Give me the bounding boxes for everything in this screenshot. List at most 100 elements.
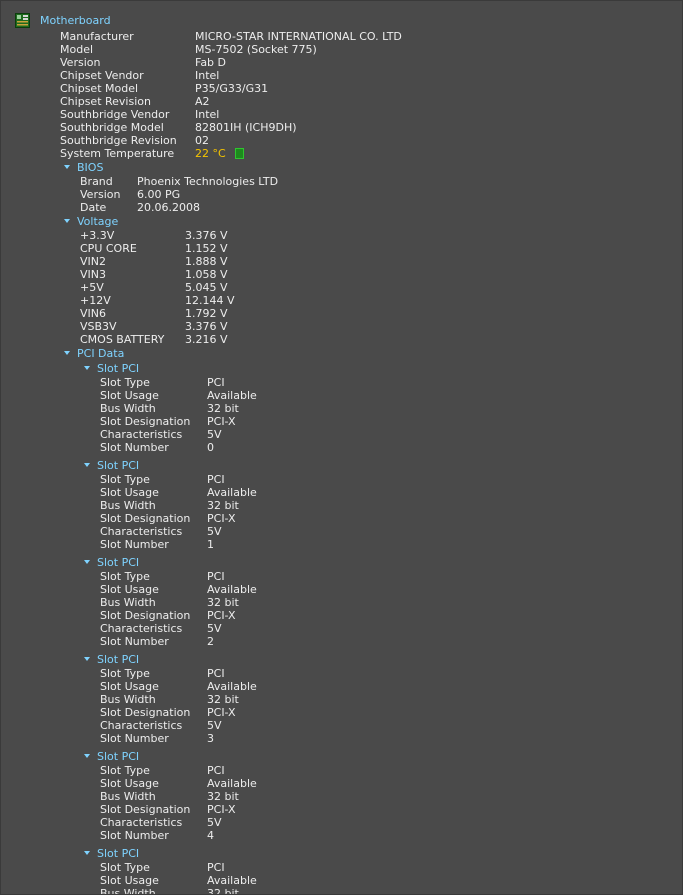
slot-field-key: Slot Type (100, 667, 150, 680)
pci-data-section-header-label: PCI Data (77, 347, 125, 360)
slot-pci-header-label: Slot PCI (97, 847, 140, 860)
voltage-field-key: +3.3V (80, 229, 115, 242)
expand-arrow-icon[interactable] (64, 219, 70, 223)
slot-pci-header[interactable]: Slot PCI (84, 362, 139, 375)
slot-field-key: Slot Type (100, 570, 150, 583)
slot-pci-header[interactable]: Slot PCI (84, 556, 139, 569)
slot-field-key: Characteristics (100, 622, 183, 635)
motherboard-field-key: Chipset Model (60, 82, 139, 95)
slot-field-key: Slot Usage (100, 583, 159, 596)
voltage-field-value: 1.152 V (185, 242, 228, 255)
expand-arrow-icon[interactable] (64, 165, 70, 169)
voltage-field-value: 1.888 V (185, 255, 228, 268)
voltage-field-key: VIN2 (80, 255, 106, 268)
slot-field-value: 32 bit (207, 499, 239, 512)
slot-field-value: 5V (207, 622, 222, 635)
slot-field-value: PCI (207, 473, 225, 486)
expand-arrow-icon[interactable] (84, 366, 90, 370)
slot-pci-header[interactable]: Slot PCI (84, 847, 139, 860)
expand-arrow-icon[interactable] (64, 351, 70, 355)
expand-arrow-icon[interactable] (84, 560, 90, 564)
slot-pci-header[interactable]: Slot PCI (84, 459, 139, 472)
expand-arrow-icon[interactable] (84, 754, 90, 758)
voltage-section-header-label: Voltage (77, 215, 119, 228)
slot-field-key: Slot Usage (100, 486, 159, 499)
system-temperature-value: 22 °C (195, 147, 244, 160)
motherboard-field-value: Fab D (195, 56, 227, 69)
motherboard-field-value: Intel (195, 69, 220, 82)
pci-data-section-header[interactable]: PCI Data (64, 347, 124, 360)
expand-arrow-icon[interactable] (84, 851, 90, 855)
motherboard-field-key: Southbridge Vendor (60, 108, 170, 121)
slot-field-value: 2 (207, 635, 214, 648)
slot-field-key: Slot Usage (100, 777, 159, 790)
slot-field-key: Slot Number (100, 441, 169, 454)
slot-field-key: Slot Type (100, 473, 150, 486)
motherboard-field-key: Manufacturer (60, 30, 134, 43)
slot-pci-header-label: Slot PCI (97, 750, 140, 763)
slot-field-value: PCI (207, 570, 225, 583)
voltage-field-value: 1.058 V (185, 268, 228, 281)
slot-field-value: PCI (207, 667, 225, 680)
voltage-field-value: 3.376 V (185, 320, 228, 333)
slot-field-key: Slot Number (100, 829, 169, 842)
voltage-field-value: 1.792 V (185, 307, 228, 320)
slot-field-key: Bus Width (100, 499, 156, 512)
expand-arrow-icon[interactable] (84, 463, 90, 467)
slot-field-key: Slot Type (100, 764, 150, 777)
motherboard-field-value: A2 (195, 95, 210, 108)
slot-field-key: Characteristics (100, 719, 183, 732)
slot-field-key: Slot Usage (100, 874, 159, 887)
motherboard-field-key: Chipset Revision (60, 95, 151, 108)
motherboard-field-key: Southbridge Model (60, 121, 164, 134)
slot-field-value: Available (207, 389, 257, 402)
voltage-field-key: CMOS BATTERY (80, 333, 165, 346)
temperature-text: 22 °C (195, 147, 226, 160)
voltage-section-header[interactable]: Voltage (64, 215, 118, 228)
slot-field-value: Available (207, 486, 257, 499)
slot-field-key: Slot Usage (100, 680, 159, 693)
motherboard-icon (15, 13, 30, 28)
system-temperature-key: System Temperature (60, 147, 175, 160)
slot-field-key: Characteristics (100, 428, 183, 441)
slot-field-value: 3 (207, 732, 214, 745)
slot-pci-header[interactable]: Slot PCI (84, 653, 139, 666)
motherboard-field-key: Model (60, 43, 94, 56)
slot-field-key: Slot Type (100, 376, 150, 389)
motherboard-field-value: MICRO-STAR INTERNATIONAL CO. LTD (195, 30, 402, 43)
slot-field-key: Characteristics (100, 525, 183, 538)
bios-field-key: Brand (80, 175, 113, 188)
slot-field-value: 1 (207, 538, 214, 551)
slot-field-key: Slot Designation (100, 415, 191, 428)
slot-field-value: Available (207, 680, 257, 693)
slot-field-key: Slot Usage (100, 389, 159, 402)
expand-arrow-icon[interactable] (84, 657, 90, 661)
slot-field-value: PCI-X (207, 415, 236, 428)
slot-pci-header-label: Slot PCI (97, 653, 140, 666)
slot-field-value: PCI (207, 764, 225, 777)
voltage-field-value: 3.216 V (185, 333, 228, 346)
motherboard-field-key: Southbridge Revision (60, 134, 177, 147)
slot-pci-header-label: Slot PCI (97, 362, 140, 375)
slot-field-value: 4 (207, 829, 214, 842)
slot-pci-header-label: Slot PCI (97, 556, 140, 569)
slot-field-value: 32 bit (207, 887, 239, 895)
motherboard-field-key: Chipset Vendor (60, 69, 144, 82)
slot-field-value: PCI-X (207, 512, 236, 525)
slot-field-value: 32 bit (207, 693, 239, 706)
motherboard-tree-panel: { "root": { "icon": "motherboard-icon", … (0, 0, 683, 895)
slot-field-value: 5V (207, 525, 222, 538)
slot-field-value: PCI-X (207, 803, 236, 816)
slot-field-value: PCI-X (207, 609, 236, 622)
bios-field-key: Date (80, 201, 107, 214)
voltage-field-value: 12.144 V (185, 294, 235, 307)
voltage-field-key: VIN3 (80, 268, 106, 281)
motherboard-field-value: 82801IH (ICH9DH) (195, 121, 297, 134)
bios-field-key: Version (80, 188, 121, 201)
voltage-field-key: +12V (80, 294, 111, 307)
slot-pci-header[interactable]: Slot PCI (84, 750, 139, 763)
motherboard-node-title[interactable]: Motherboard (40, 14, 111, 27)
bios-section-header[interactable]: BIOS (64, 161, 103, 174)
slot-field-value: Available (207, 874, 257, 887)
motherboard-field-key: Version (60, 56, 101, 69)
